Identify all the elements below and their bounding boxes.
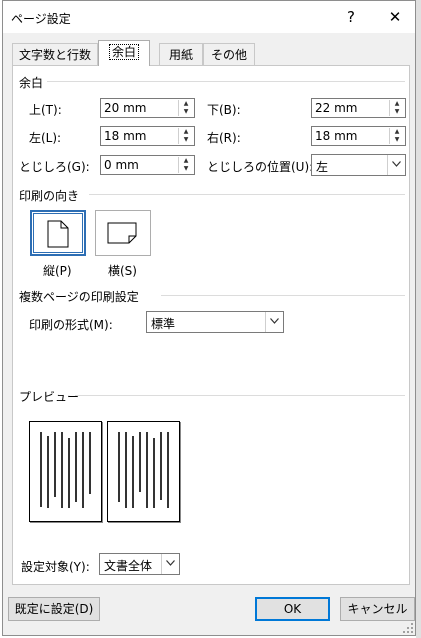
cancel-button[interactable]: キャンセル	[340, 597, 415, 621]
spinner-arrows[interactable]: ▲ ▼	[178, 100, 193, 116]
preview-section-title: プレビュー	[19, 390, 80, 404]
right-margin-spinner[interactable]: 18 mm ▲ ▼	[311, 126, 406, 146]
top-margin-value: 20 mm	[104, 101, 147, 115]
tab-label: 用紙	[168, 48, 193, 62]
tab-margins[interactable]: 余白	[98, 40, 150, 66]
landscape-page-icon	[107, 222, 137, 244]
section-divider	[89, 194, 405, 195]
right-margin-value: 18 mm	[315, 129, 358, 143]
ok-button[interactable]: OK	[255, 597, 330, 621]
apply-to-select[interactable]: 文書全体	[99, 553, 180, 575]
bottom-margin-value: 22 mm	[315, 101, 358, 115]
close-button[interactable]: ✕	[383, 6, 407, 28]
chevron-down-icon[interactable]	[161, 554, 179, 574]
gutter-position-value: 左	[316, 160, 329, 174]
preview-page-right	[107, 421, 180, 522]
tab-other[interactable]: その他	[203, 43, 255, 65]
spin-down-icon[interactable]: ▼	[390, 108, 404, 116]
spin-up-icon[interactable]: ▲	[390, 100, 404, 108]
help-button[interactable]: ?	[339, 6, 363, 28]
close-icon: ✕	[388, 8, 402, 26]
top-margin-spinner[interactable]: 20 mm ▲ ▼	[100, 98, 195, 118]
tab-label: その他	[210, 48, 247, 62]
tab-paper[interactable]: 用紙	[159, 43, 203, 65]
top-margin-label: 上(T):	[29, 103, 62, 117]
spin-down-icon[interactable]: ▼	[179, 108, 193, 116]
chevron-down-icon[interactable]	[387, 155, 405, 175]
spinner-arrows[interactable]: ▲ ▼	[178, 157, 193, 173]
title-bar: ページ設定 ? ✕	[3, 1, 415, 33]
spin-up-icon[interactable]: ▲	[390, 128, 404, 136]
landscape-button[interactable]	[95, 210, 151, 256]
gutter-position-select[interactable]: 左	[311, 154, 406, 176]
text-lines-graphic	[40, 432, 91, 508]
dialog-title: ページ設定	[11, 12, 71, 26]
spin-down-icon[interactable]: ▼	[179, 136, 193, 144]
portrait-page-icon	[47, 220, 69, 248]
orientation-section-title: 印刷の向き	[19, 189, 80, 203]
tab-panel-margins: 余白 上(T): 20 mm ▲ ▼ 下(B): 22 mm ▲ ▼ 左(L): 1…	[12, 65, 410, 585]
gutter-value: 0 mm	[104, 158, 139, 172]
right-margin-label: 右(R):	[207, 131, 241, 145]
tab-label: 余白	[108, 44, 140, 60]
text-lines-graphic	[118, 432, 169, 508]
set-as-default-button[interactable]: 既定に設定(D)	[8, 597, 100, 621]
preview-page-left	[29, 421, 102, 522]
landscape-label: 横(S)	[108, 264, 137, 278]
spinner-arrows[interactable]: ▲ ▼	[178, 128, 193, 144]
section-divider	[75, 395, 405, 396]
print-format-value: 標準	[151, 317, 176, 331]
spin-up-icon[interactable]: ▲	[179, 157, 193, 165]
print-format-select[interactable]: 標準	[146, 311, 284, 333]
spinner-arrows[interactable]: ▲ ▼	[389, 100, 404, 116]
left-margin-value: 18 mm	[104, 129, 147, 143]
spinner-arrows[interactable]: ▲ ▼	[389, 128, 404, 144]
left-margin-spinner[interactable]: 18 mm ▲ ▼	[100, 126, 195, 146]
portrait-label: 縦(P)	[43, 264, 72, 278]
spin-up-icon[interactable]: ▲	[179, 100, 193, 108]
margins-section-title: 余白	[19, 76, 44, 90]
spin-up-icon[interactable]: ▲	[179, 128, 193, 136]
help-icon: ?	[347, 8, 355, 26]
gutter-position-label: とじしろの位置(U):	[207, 160, 314, 174]
chevron-down-icon[interactable]	[265, 312, 283, 332]
gutter-label: とじしろ(G):	[19, 160, 90, 174]
background-scrollbar	[416, 0, 421, 638]
tab-label: 文字数と行数	[18, 48, 91, 62]
tab-characters-lines[interactable]: 文字数と行数	[12, 43, 98, 65]
apply-to-value: 文書全体	[104, 559, 153, 573]
spin-down-icon[interactable]: ▼	[179, 165, 193, 173]
section-divider	[47, 81, 405, 82]
left-margin-label: 左(L):	[29, 131, 62, 145]
multiple-pages-section-title: 複数ページの印刷設定	[19, 290, 139, 304]
bottom-margin-label: 下(B):	[207, 103, 241, 117]
bottom-margin-spinner[interactable]: 22 mm ▲ ▼	[311, 98, 406, 118]
print-format-label: 印刷の形式(M):	[29, 318, 113, 332]
spin-down-icon[interactable]: ▼	[390, 136, 404, 144]
section-divider	[161, 295, 405, 296]
apply-to-label: 設定対象(Y):	[21, 560, 90, 574]
gutter-spinner[interactable]: 0 mm ▲ ▼	[100, 155, 195, 175]
page-setup-dialog: ページ設定 ? ✕ 文字数と行数 用紙 その他 余白 上(T): 20 mm ▲…	[2, 0, 416, 636]
portrait-button[interactable]	[30, 210, 86, 256]
resize-grip-icon[interactable]	[403, 623, 413, 633]
